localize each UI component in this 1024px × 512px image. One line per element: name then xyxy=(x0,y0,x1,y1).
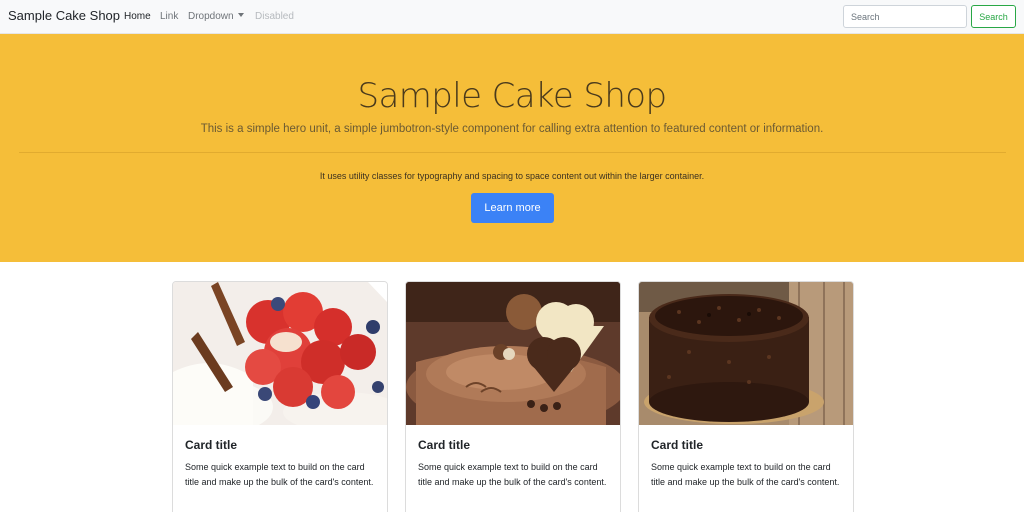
search-input[interactable] xyxy=(843,5,967,28)
hero-title: Sample Cake Shop xyxy=(357,76,668,116)
card: Card title Some quick example text to bu… xyxy=(405,281,621,512)
card-image-chocolate-cake xyxy=(639,282,853,425)
hero-text: It uses utility classes for typography a… xyxy=(319,171,705,181)
navbar-brand[interactable]: Sample Cake Shop xyxy=(8,8,120,23)
nav-link-disabled: Disabled xyxy=(255,11,294,22)
card: Card title Some quick example text to bu… xyxy=(638,281,854,512)
caret-down-icon xyxy=(237,13,244,17)
card-image-strawberry-cake xyxy=(173,282,387,425)
hero-jumbotron: Sample Cake Shop This is a simple hero u… xyxy=(0,34,1024,262)
card-title: Card title xyxy=(185,438,238,452)
nav-dropdown-label: Dropdown xyxy=(188,11,234,22)
navbar: Sample Cake Shop Home Link Dropdown Disa… xyxy=(0,0,1024,34)
card-text: Some quick example text to build on the … xyxy=(418,462,607,487)
hero-divider xyxy=(19,152,1006,153)
card-image-chocolate-heart-cake xyxy=(406,282,620,425)
nav-link-link[interactable]: Link xyxy=(160,11,178,22)
search-button[interactable]: Search xyxy=(971,5,1016,28)
learn-more-button[interactable]: Learn more xyxy=(471,193,554,223)
nav-link-home[interactable]: Home xyxy=(124,11,151,22)
hero-lead: This is a simple hero unit, a simple jum… xyxy=(200,123,824,135)
card-title: Card title xyxy=(651,438,704,452)
card-title: Card title xyxy=(418,438,471,452)
card-text: Some quick example text to build on the … xyxy=(185,462,374,487)
card: Card title Some quick example text to bu… xyxy=(172,281,388,512)
nav-dropdown-toggle[interactable]: Dropdown xyxy=(188,11,244,22)
card-text: Some quick example text to build on the … xyxy=(651,462,840,487)
